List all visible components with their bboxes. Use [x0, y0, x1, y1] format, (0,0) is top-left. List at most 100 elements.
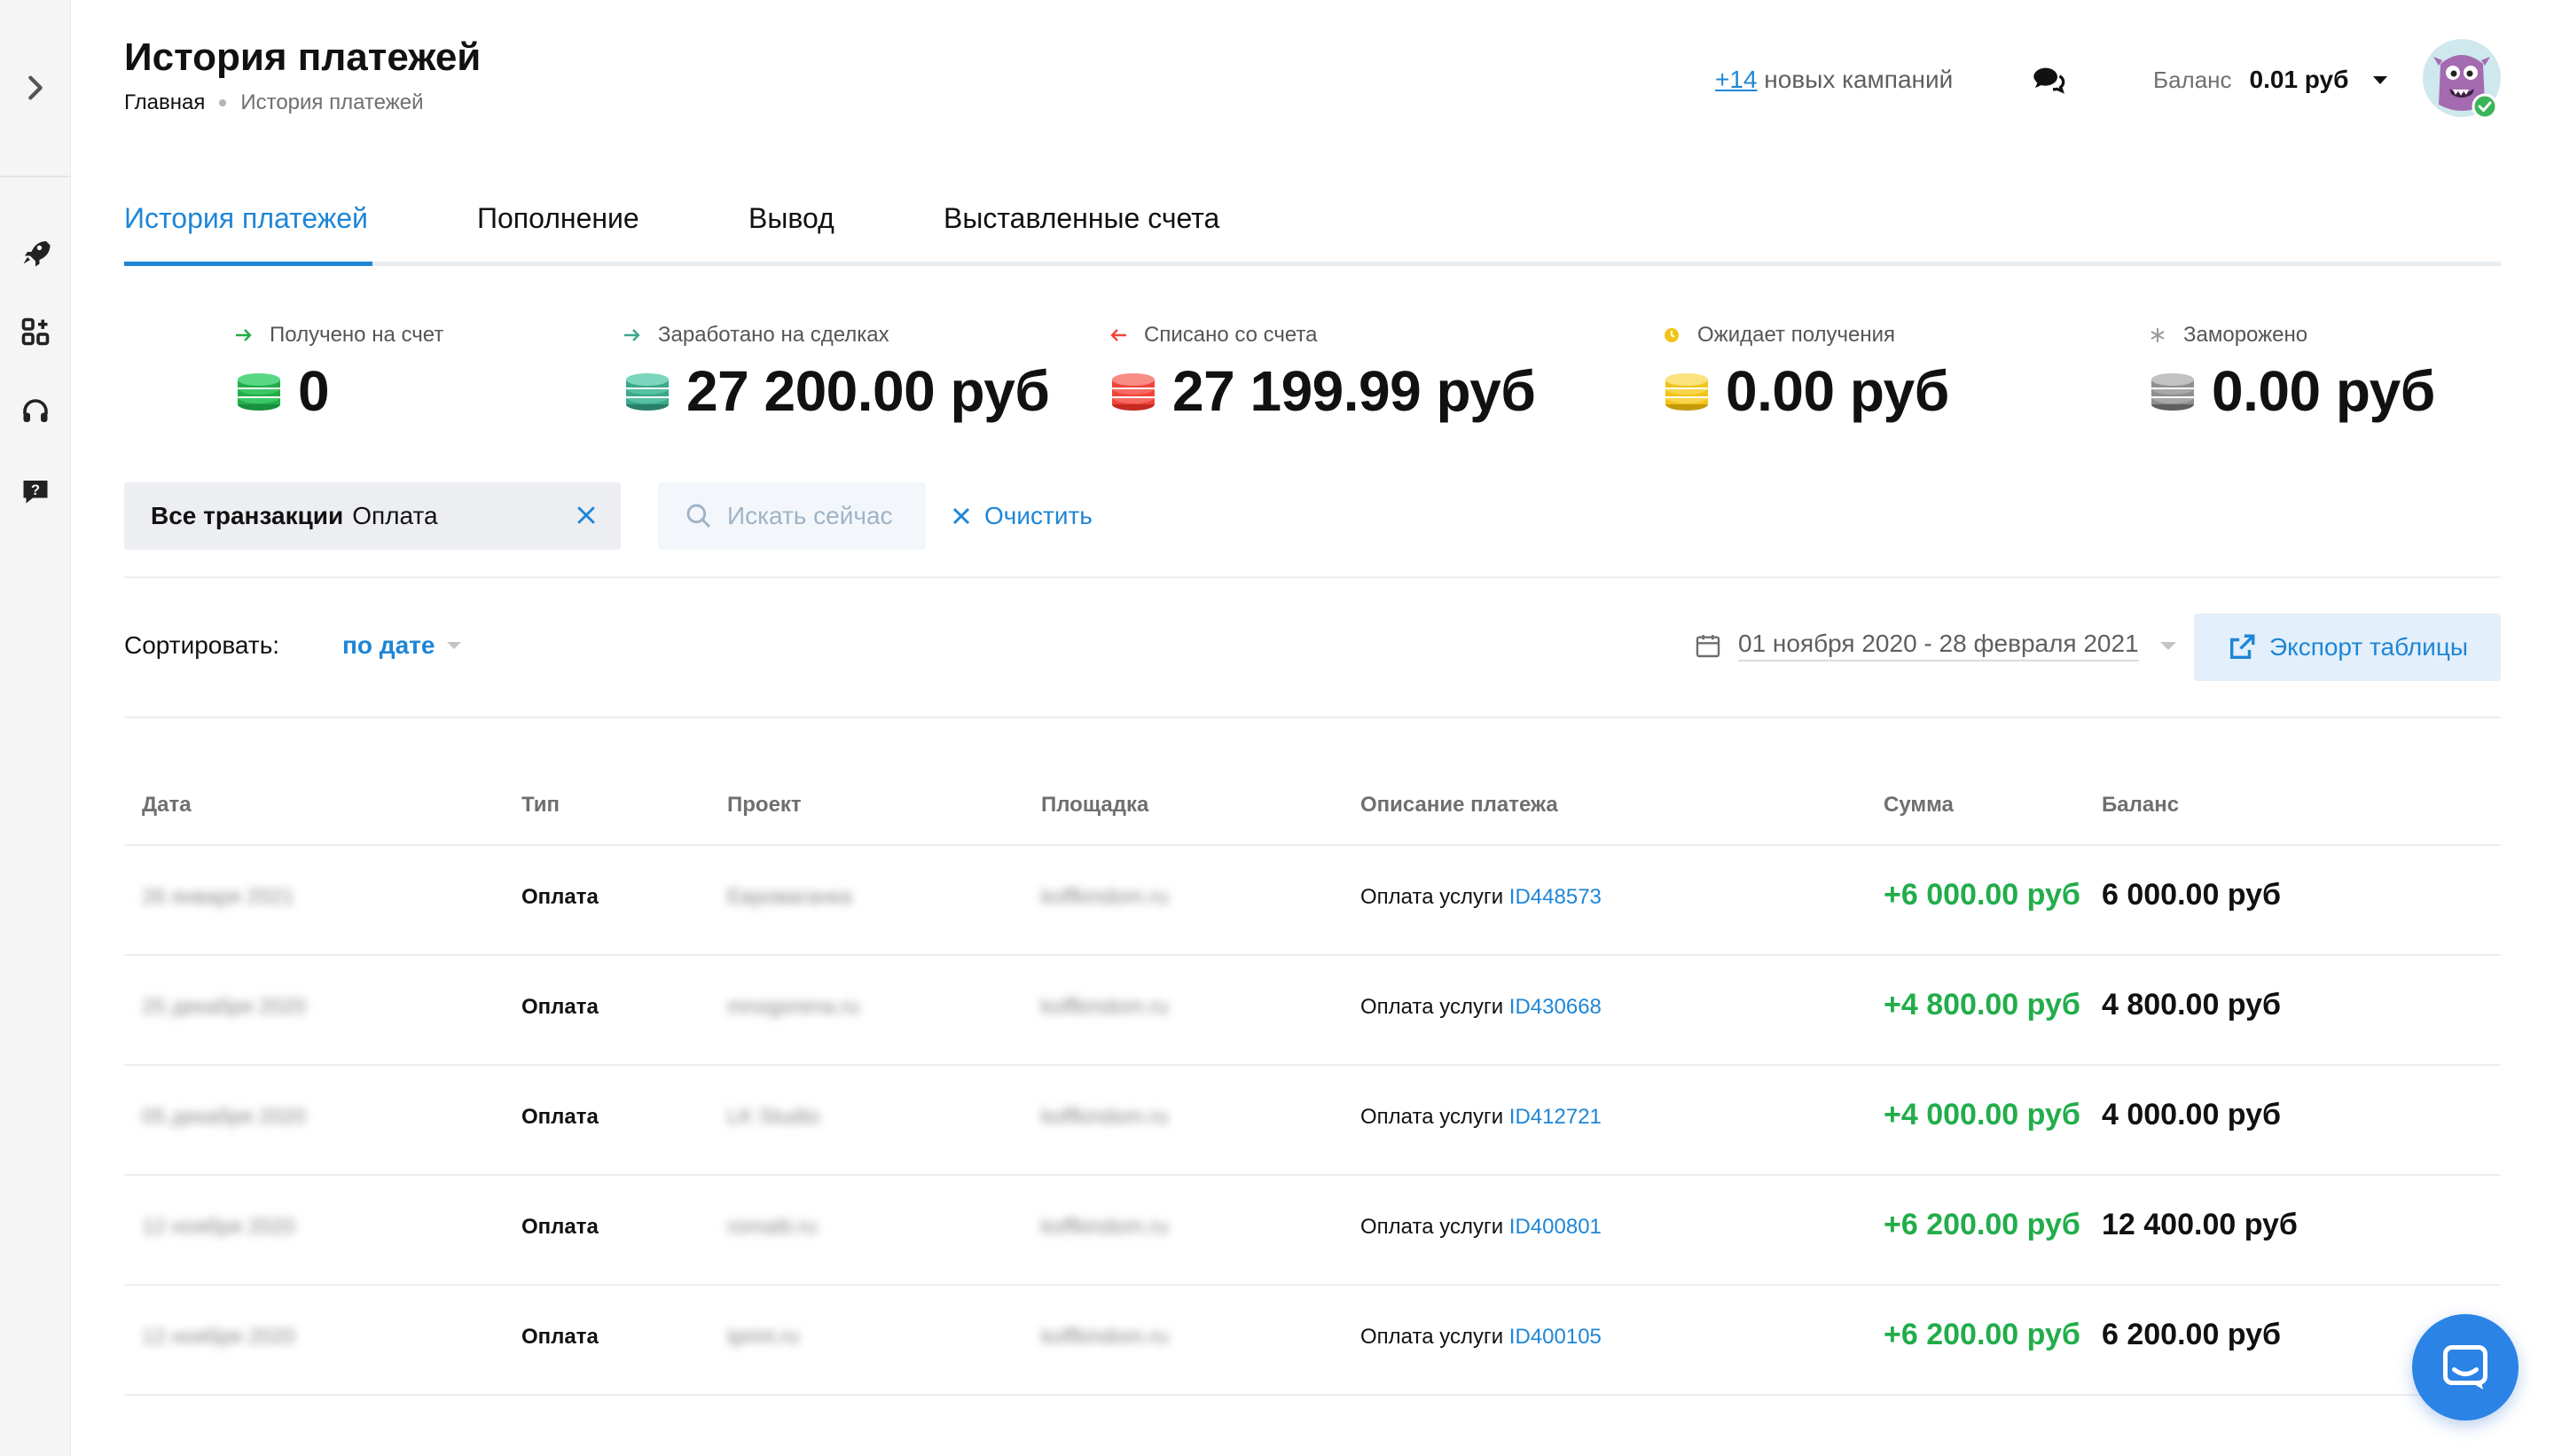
- cell-type: Оплата: [521, 1105, 599, 1129]
- stat-frozen: Заморожено 0.00 руб: [2146, 319, 2435, 424]
- breadcrumb-current: История платежей: [240, 90, 424, 114]
- sidebar-item-apps[interactable]: [16, 312, 55, 351]
- cell-type: Оплата: [521, 885, 599, 909]
- arrow-left-icon: [1110, 329, 1126, 341]
- stat-pending: Ожидает получения 0.00 руб: [1660, 319, 1949, 424]
- new-campaigns-count[interactable]: +14: [1715, 66, 1758, 93]
- cell-project: Евроваганка: [727, 885, 852, 909]
- cell-site: koffkindom.ru: [1041, 885, 1169, 909]
- balance-dropdown[interactable]: Баланс 0.01 руб: [2153, 66, 2388, 94]
- stat-earned: Заработано на сделках 27 200.00 руб: [621, 319, 1050, 424]
- sidebar-item-support[interactable]: [16, 392, 55, 431]
- chat-widget-button[interactable]: [2412, 1314, 2519, 1421]
- export-table-button[interactable]: Экспорт таблицы: [2194, 614, 2501, 681]
- stat-value: 0.00 руб: [2212, 359, 2435, 423]
- cell-description: Оплата услуги ID400105: [1360, 1325, 1602, 1350]
- column-header-description[interactable]: Описание платежа: [1360, 793, 1558, 818]
- stat-value: 0: [298, 359, 330, 423]
- date-range-value: 01 ноября 2020 - 28 февраля 2021: [1738, 630, 2139, 661]
- cell-site: koffkindom.ru: [1041, 1325, 1169, 1349]
- stat-debited: Списано со счета 27 199.99 руб: [1107, 319, 1536, 424]
- breadcrumb: Главная История платежей: [124, 90, 424, 115]
- stat-received: Получено на счет 0: [232, 319, 443, 424]
- cell-date: 12 ноября 2020: [142, 1325, 295, 1349]
- coins-icon: [238, 373, 280, 411]
- cell-balance: 4 000.00 руб: [2102, 1098, 2282, 1131]
- description-text: Оплата услуги: [1360, 1215, 1504, 1239]
- table-row: 05 декабря 2020 Оплата LK Studio koffkin…: [124, 1066, 2501, 1176]
- cell-site: koffkindom.ru: [1041, 995, 1169, 1019]
- cell-balance: 6 200.00 руб: [2102, 1318, 2282, 1351]
- close-icon[interactable]: [573, 502, 599, 528]
- sidebar-item-help[interactable]: ?: [16, 472, 55, 511]
- cell-sum: +6 000.00 руб: [1884, 878, 2080, 912]
- caret-down-icon: [2159, 641, 2176, 650]
- sidebar-toggle[interactable]: [0, 0, 71, 177]
- cell-sum: +6 200.00 руб: [1884, 1318, 2080, 1351]
- avatar[interactable]: [2421, 37, 2503, 126]
- sort-dropdown[interactable]: по дате: [342, 631, 462, 660]
- description-text: Оплата услуги: [1360, 1105, 1504, 1129]
- new-campaigns-link[interactable]: +14 новых кампаний: [1715, 66, 1953, 94]
- payment-id-link[interactable]: ID412721: [1509, 1105, 1602, 1129]
- divider: [124, 576, 2501, 578]
- filter-key: Все транзакции: [151, 502, 344, 529]
- date-range-picker[interactable]: 01 ноября 2020 - 28 февраля 2021: [1694, 626, 2176, 665]
- cell-description: Оплата услуги ID400801: [1360, 1215, 1602, 1240]
- stat-label: Заработано на сделках: [658, 323, 889, 347]
- sidebar-item-campaigns[interactable]: [16, 232, 55, 271]
- column-header-project[interactable]: Проект: [727, 793, 802, 818]
- cell-sum: +4 800.00 руб: [1884, 988, 2080, 1022]
- messages-icon[interactable]: [2031, 62, 2066, 98]
- cell-description: Оплата услуги ID412721: [1360, 1105, 1602, 1130]
- coins-icon: [1112, 373, 1155, 411]
- payment-id-link[interactable]: ID400105: [1509, 1325, 1602, 1349]
- cell-balance: 4 800.00 руб: [2102, 988, 2282, 1022]
- cell-type: Оплата: [521, 1325, 599, 1349]
- cell-date: 26 января 2021: [142, 885, 294, 909]
- transaction-filter[interactable]: Все транзакции Оплата: [124, 482, 621, 550]
- search-button[interactable]: Искать сейчас: [658, 482, 926, 550]
- external-link-icon: [2229, 634, 2255, 660]
- coins-icon: [2151, 373, 2194, 411]
- cell-type: Оплата: [521, 995, 599, 1019]
- column-header-sum[interactable]: Сумма: [1884, 793, 1954, 818]
- cell-type: Оплата: [521, 1215, 599, 1239]
- search-icon: [686, 504, 711, 528]
- tab-top-up[interactable]: Пополнение: [477, 199, 639, 266]
- payment-id-link[interactable]: ID430668: [1509, 995, 1602, 1019]
- breadcrumb-home[interactable]: Главная: [124, 90, 205, 115]
- table-row: 25 декабря 2020 Оплата mnogorena.ru koff…: [124, 956, 2501, 1066]
- table-row: 26 января 2021 Оплата Евроваганка koffki…: [124, 846, 2501, 956]
- payment-id-link[interactable]: ID400801: [1509, 1215, 1602, 1239]
- search-button-label: Искать сейчас: [727, 502, 893, 529]
- question-chat-icon: ?: [23, 481, 48, 504]
- tab-invoices[interactable]: Выставленные счета: [944, 199, 1219, 266]
- balance-value: 0.01 руб: [2249, 66, 2349, 93]
- stat-label: Получено на счет: [270, 323, 444, 347]
- filter-value: Оплата: [352, 502, 438, 529]
- stat-label: Списано со счета: [1144, 323, 1318, 347]
- description-text: Оплата услуги: [1360, 995, 1504, 1019]
- new-campaigns-text: новых кампаний: [1764, 66, 1954, 93]
- stat-label: Ожидает получения: [1697, 323, 1896, 347]
- tab-withdraw[interactable]: Вывод: [748, 199, 834, 266]
- cell-date: 25 декабря 2020: [142, 995, 306, 1019]
- tab-payment-history[interactable]: История платежей: [124, 199, 372, 266]
- cell-date: 05 декабря 2020: [142, 1105, 306, 1129]
- cell-project: tprint.ru: [727, 1325, 800, 1349]
- snowflake-icon: [2151, 328, 2165, 342]
- caret-down-icon: [2373, 75, 2388, 84]
- cell-description: Оплата услуги ID430668: [1360, 995, 1602, 1020]
- svg-text:?: ?: [31, 482, 40, 498]
- coins-icon: [626, 373, 669, 411]
- cell-site: koffkindom.ru: [1041, 1215, 1169, 1239]
- sort-label: Сортировать:: [124, 631, 280, 659]
- payment-id-link[interactable]: ID448573: [1509, 885, 1602, 909]
- column-header-type[interactable]: Тип: [521, 793, 560, 818]
- column-header-site[interactable]: Площадка: [1041, 793, 1148, 818]
- column-header-date[interactable]: Дата: [142, 793, 192, 818]
- page-title: История платежей: [124, 35, 482, 79]
- column-header-balance[interactable]: Баланс: [2102, 793, 2179, 818]
- clear-button[interactable]: Очистить: [951, 482, 1093, 550]
